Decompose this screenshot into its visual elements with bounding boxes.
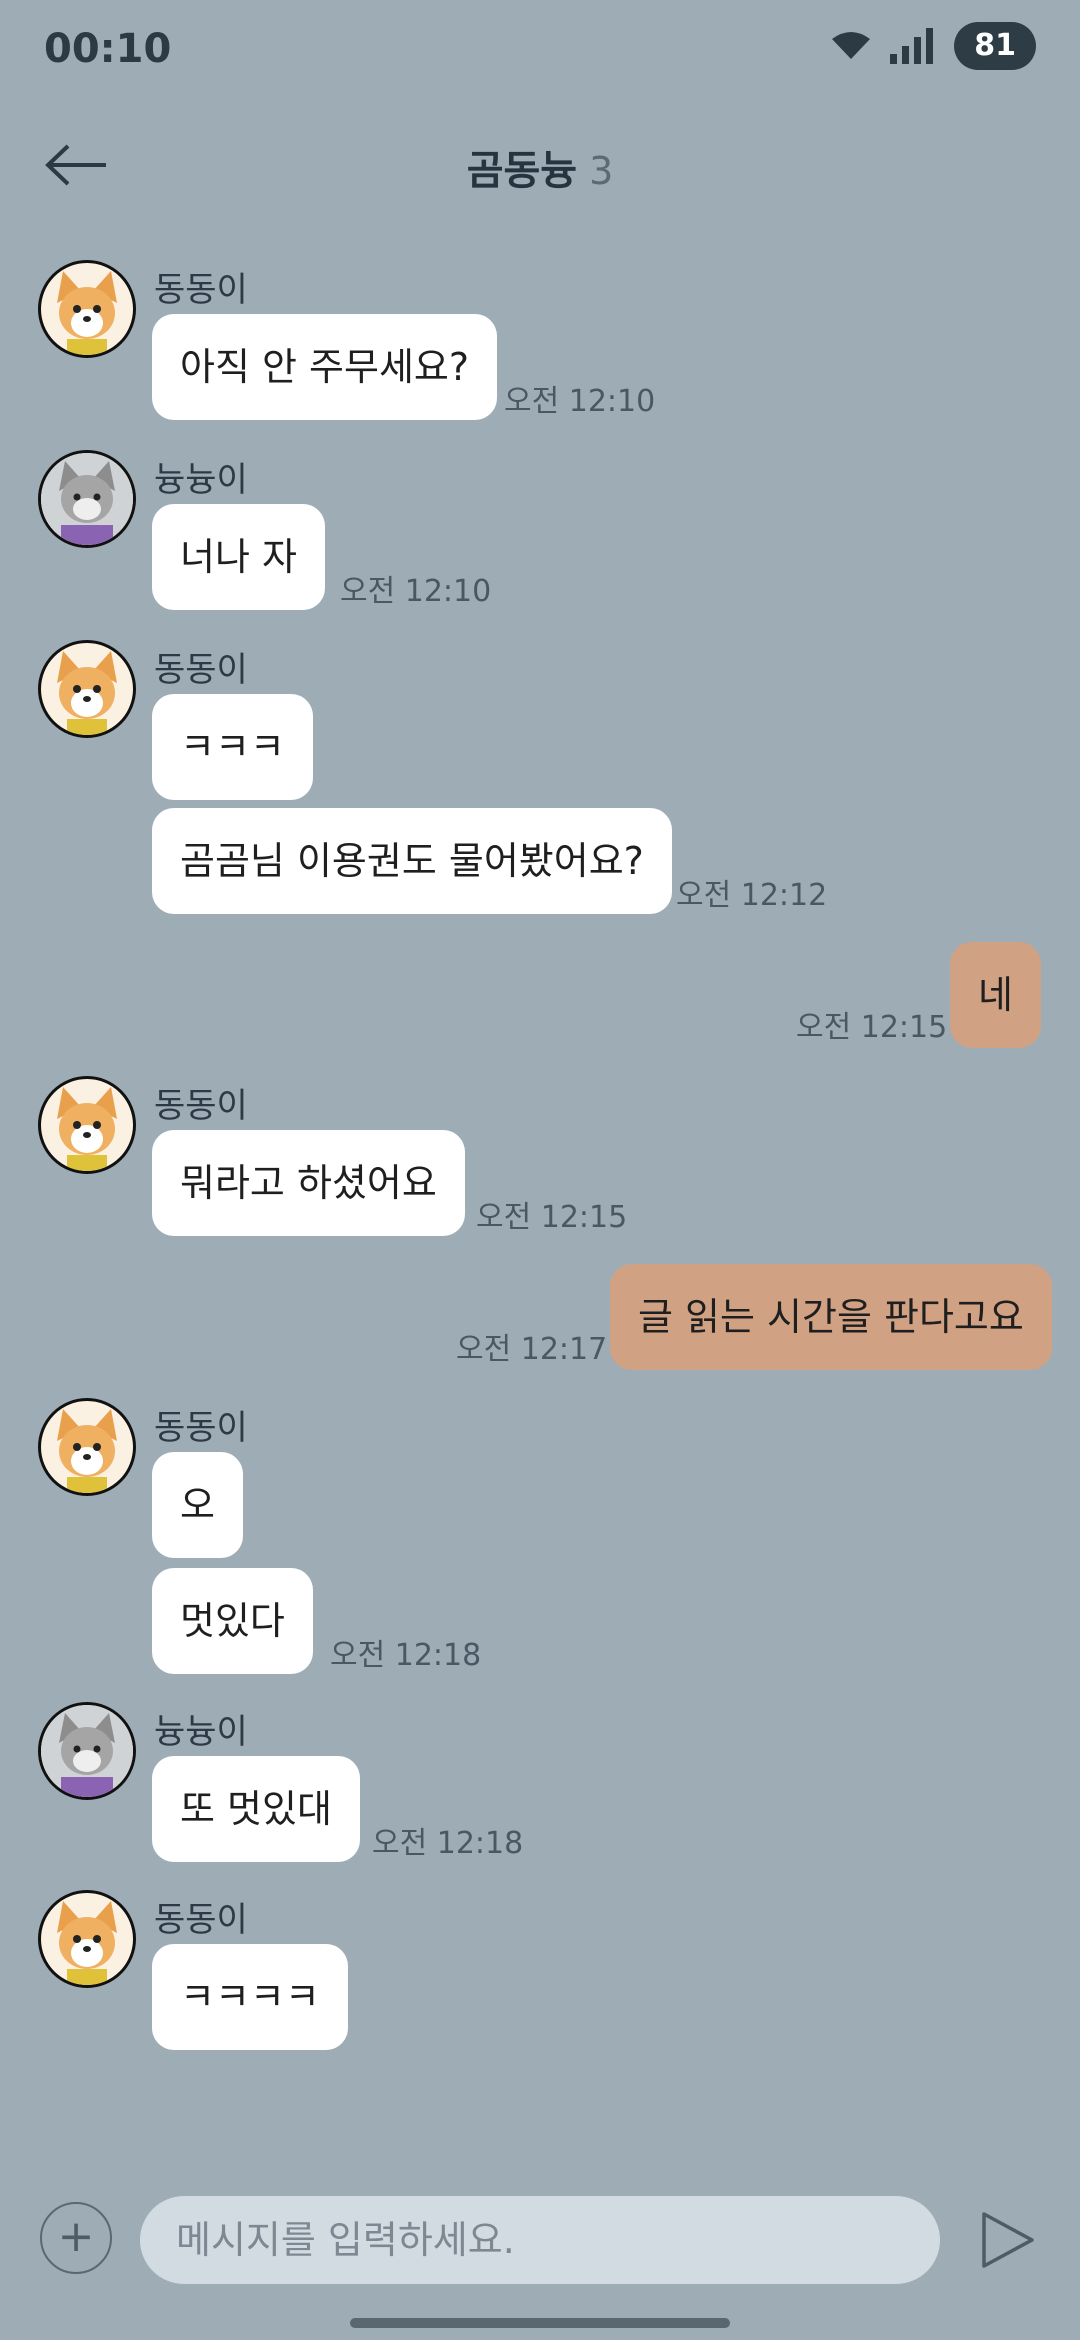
cat-icon bbox=[41, 1705, 133, 1797]
sender-name: 동동이 bbox=[154, 1408, 248, 1448]
avatar-dong[interactable] bbox=[38, 1076, 136, 1174]
message-time: 오전 12:10 bbox=[340, 574, 492, 609]
send-icon[interactable] bbox=[978, 2208, 1038, 2272]
dog-icon bbox=[57, 1087, 117, 1171]
message-bubble[interactable]: ㅋㅋㅋ bbox=[152, 694, 313, 800]
message-time: 오전 12:18 bbox=[330, 1638, 482, 1673]
message-time: 오전 12:15 bbox=[796, 1010, 948, 1045]
message-bubble[interactable]: 오 bbox=[152, 1452, 243, 1558]
message-time: 오전 12:15 bbox=[476, 1200, 628, 1235]
home-indicator bbox=[350, 2318, 730, 2328]
dog-icon bbox=[57, 1901, 117, 1985]
dog-icon bbox=[57, 271, 117, 355]
message-time: 오전 12:18 bbox=[372, 1826, 524, 1861]
message-time: 오전 12:17 bbox=[456, 1332, 608, 1367]
cat-icon bbox=[41, 453, 133, 545]
plus-icon[interactable]: + bbox=[40, 2202, 112, 2274]
message-input[interactable] bbox=[140, 2196, 940, 2284]
message-bubble[interactable]: 곰곰님 이용권도 물어봤어요? bbox=[152, 808, 672, 914]
message-time: 오전 12:10 bbox=[504, 384, 656, 419]
sender-name: 동동이 bbox=[154, 1900, 248, 1940]
message-time: 오전 12:12 bbox=[676, 878, 828, 913]
message-bubble[interactable]: 아직 안 주무세요? bbox=[152, 314, 498, 420]
message-bubble[interactable]: 뭐라고 하셨어요 bbox=[152, 1130, 465, 1236]
dog-icon bbox=[57, 651, 117, 735]
sender-name: 동동이 bbox=[154, 650, 248, 690]
avatar-nyung[interactable] bbox=[38, 450, 136, 548]
message-bubble[interactable]: ㅋㅋㅋㅋ bbox=[152, 1944, 348, 2050]
sender-name: 늉늉이 bbox=[154, 1712, 248, 1752]
sender-name: 늉늉이 bbox=[154, 460, 248, 500]
my-message-bubble[interactable]: 네 bbox=[950, 942, 1041, 1048]
avatar-nyung[interactable] bbox=[38, 1702, 136, 1800]
avatar-dong[interactable] bbox=[38, 1398, 136, 1496]
sender-name: 동동이 bbox=[154, 1086, 248, 1126]
message-bubble[interactable]: 멋있다 bbox=[152, 1568, 313, 1674]
message-bubble[interactable]: 또 멋있대 bbox=[152, 1756, 360, 1862]
message-bubble[interactable]: 너나 자 bbox=[152, 504, 325, 610]
my-message-bubble[interactable]: 글 읽는 시간을 판다고요 bbox=[610, 1264, 1052, 1370]
avatar-dong[interactable] bbox=[38, 260, 136, 358]
avatar-dong[interactable] bbox=[38, 640, 136, 738]
message-input-bar: + bbox=[0, 2180, 1080, 2300]
message-list: 동동이 아직 안 주무세요? 오전 12:10 늉늉이 너나 자 오전 12:1… bbox=[0, 0, 1080, 2100]
avatar-dong[interactable] bbox=[38, 1890, 136, 1988]
sender-name: 동동이 bbox=[154, 270, 248, 310]
dog-icon bbox=[57, 1409, 117, 1493]
